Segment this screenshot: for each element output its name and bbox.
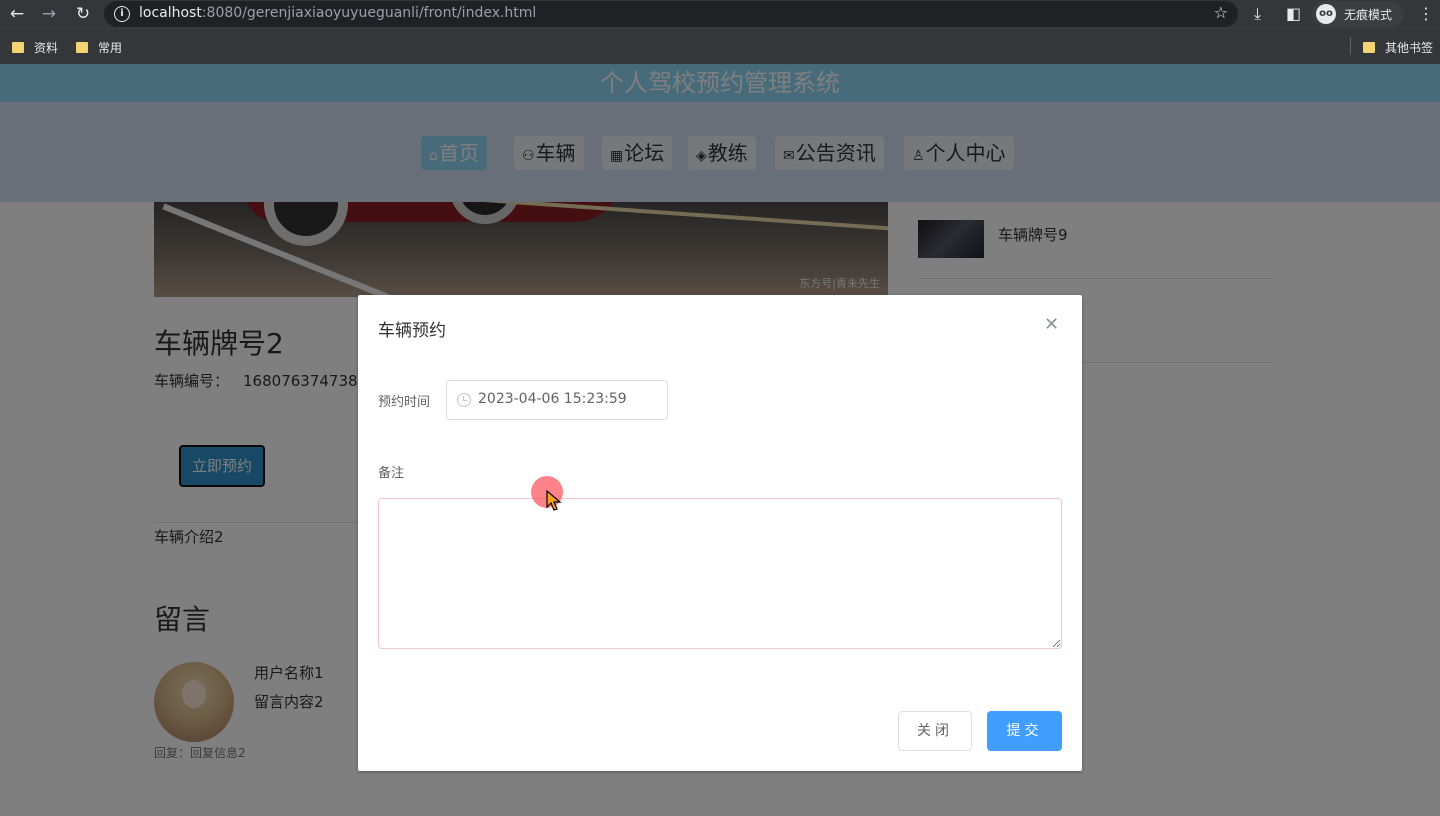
menu-icon[interactable]: ⋮ xyxy=(1418,4,1434,23)
back-icon[interactable]: ← xyxy=(6,3,28,25)
folder-icon xyxy=(76,42,88,53)
bookmarks-bar: 资料 常用 其他书签 xyxy=(0,28,1440,64)
reload-icon[interactable]: ↻ xyxy=(72,3,94,25)
remark-textarea[interactable] xyxy=(378,498,1062,649)
booking-time-value: 2023-04-06 15:23:59 xyxy=(478,391,627,407)
info-icon[interactable]: i xyxy=(114,6,130,22)
download-icon[interactable]: ⤓ xyxy=(1254,4,1261,24)
folder-icon xyxy=(1363,42,1375,53)
booking-dialog: 车辆预约 ✕ 预约时间 2023-04-06 15:23:59 备注 关闭 提交 xyxy=(358,295,1082,771)
url-text[interactable]: localhost:8080/gerenjiaxiaoyuyueguanli/f… xyxy=(139,5,536,21)
page: 个人驾校预约管理系统 ⌂首页 ⚇车辆 ▦论坛 ◈教练 ✉公告资讯 ♙个人中心 东… xyxy=(0,64,1440,816)
dialog-title: 车辆预约 xyxy=(378,321,446,341)
remark-label: 备注 xyxy=(378,466,405,481)
submit-button[interactable]: 提交 xyxy=(987,711,1062,751)
bookmark-folder[interactable]: 常用 xyxy=(76,39,122,56)
close-button[interactable]: 关闭 xyxy=(898,711,972,751)
folder-icon xyxy=(12,42,24,53)
booking-time-label: 预约时间 xyxy=(378,395,431,410)
bookmark-separator xyxy=(1350,37,1351,55)
bookmark-folder[interactable]: 资料 xyxy=(12,39,58,56)
star-icon[interactable]: ☆ xyxy=(1214,3,1228,22)
cursor-icon xyxy=(546,490,562,511)
booking-time-picker[interactable]: 2023-04-06 15:23:59 xyxy=(446,380,668,420)
address-bar[interactable]: i localhost:8080/gerenjiaxiaoyuyueguanli… xyxy=(104,1,1238,27)
side-panel-icon[interactable]: ◧ xyxy=(1286,4,1301,23)
incognito-icon: oo xyxy=(1316,4,1336,24)
other-bookmarks[interactable]: 其他书签 xyxy=(1363,39,1433,56)
forward-icon[interactable]: → xyxy=(38,3,60,25)
close-icon[interactable]: ✕ xyxy=(1044,315,1059,335)
incognito-indicator[interactable]: oo 无痕模式 xyxy=(1312,1,1404,27)
browser-toolbar: ← → ↻ i localhost:8080/gerenjiaxiaoyuyue… xyxy=(0,0,1440,28)
clock-icon xyxy=(457,393,471,407)
